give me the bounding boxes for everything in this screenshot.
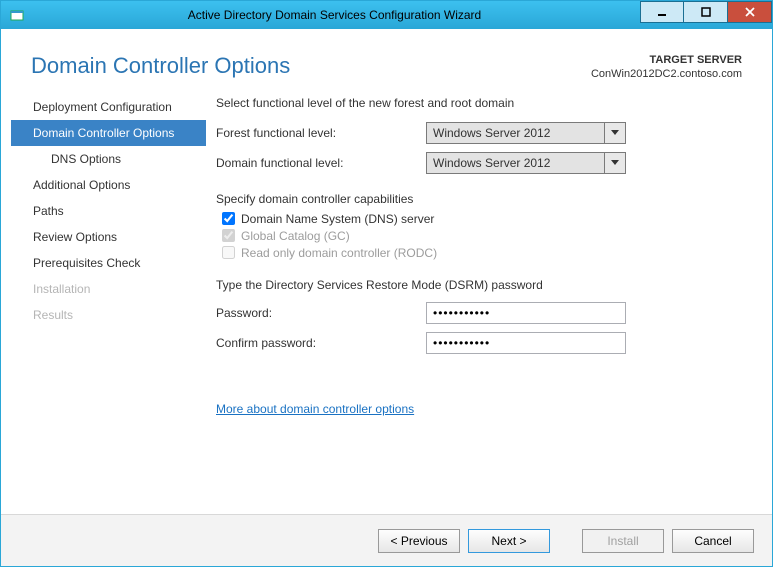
forest-functional-level-combo[interactable]: Windows Server 2012 [426, 122, 626, 144]
target-server-block: TARGET SERVER ConWin2012DC2.contoso.com [591, 53, 742, 82]
target-server-label: TARGET SERVER [591, 53, 742, 67]
main-panel: Select functional level of the new fores… [206, 90, 762, 416]
forest-functional-level-label: Forest functional level: [216, 126, 426, 140]
window-title: Active Directory Domain Services Configu… [29, 8, 640, 22]
password-label: Password: [216, 306, 426, 320]
app-icon [5, 8, 29, 22]
close-button[interactable] [728, 1, 772, 23]
confirm-password-input[interactable] [426, 332, 626, 354]
previous-button[interactable]: < Previous [378, 529, 460, 553]
wizard-steps-sidebar: Deployment Configuration Domain Controll… [11, 90, 206, 416]
target-server-value: ConWin2012DC2.contoso.com [591, 67, 742, 81]
global-catalog-checkbox [222, 229, 235, 242]
window-buttons [640, 1, 772, 29]
minimize-button[interactable] [640, 1, 684, 23]
step-paths[interactable]: Paths [11, 198, 206, 224]
maximize-button[interactable] [684, 1, 728, 23]
rodc-checkbox [222, 246, 235, 259]
step-deployment-configuration[interactable]: Deployment Configuration [11, 94, 206, 120]
more-about-link[interactable]: More about domain controller options [216, 402, 414, 416]
step-domain-controller-options[interactable]: Domain Controller Options [11, 120, 206, 146]
password-input[interactable] [426, 302, 626, 324]
capability-dns-server[interactable]: Domain Name System (DNS) server [222, 212, 752, 226]
step-prerequisites-check[interactable]: Prerequisites Check [11, 250, 206, 276]
domain-functional-level-combo[interactable]: Windows Server 2012 [426, 152, 626, 174]
page-title: Domain Controller Options [31, 53, 591, 79]
cancel-button[interactable]: Cancel [672, 529, 754, 553]
dns-server-checkbox[interactable] [222, 212, 235, 225]
confirm-password-label: Confirm password: [216, 336, 426, 350]
domain-functional-level-label: Domain functional level: [216, 156, 426, 170]
rodc-label: Read only domain controller (RODC) [241, 246, 437, 260]
global-catalog-label: Global Catalog (GC) [241, 229, 350, 243]
titlebar: Active Directory Domain Services Configu… [1, 1, 772, 29]
capability-rodc: Read only domain controller (RODC) [222, 246, 752, 260]
capability-global-catalog: Global Catalog (GC) [222, 229, 752, 243]
header: Domain Controller Options TARGET SERVER … [1, 29, 772, 90]
chevron-down-icon [604, 123, 625, 143]
capabilities-prompt: Specify domain controller capabilities [216, 192, 752, 206]
dns-server-label: Domain Name System (DNS) server [241, 212, 434, 226]
step-dns-options[interactable]: DNS Options [11, 146, 206, 172]
next-button[interactable]: Next > [468, 529, 550, 553]
domain-functional-level-value: Windows Server 2012 [427, 156, 604, 170]
dsrm-prompt: Type the Directory Services Restore Mode… [216, 278, 752, 292]
step-results: Results [11, 302, 206, 328]
step-installation: Installation [11, 276, 206, 302]
wizard-footer: < Previous Next > Install Cancel [1, 514, 772, 566]
wizard-window: Active Directory Domain Services Configu… [0, 0, 773, 567]
install-button: Install [582, 529, 664, 553]
step-review-options[interactable]: Review Options [11, 224, 206, 250]
chevron-down-icon [604, 153, 625, 173]
step-additional-options[interactable]: Additional Options [11, 172, 206, 198]
forest-functional-level-value: Windows Server 2012 [427, 126, 604, 140]
functional-level-prompt: Select functional level of the new fores… [216, 96, 752, 110]
